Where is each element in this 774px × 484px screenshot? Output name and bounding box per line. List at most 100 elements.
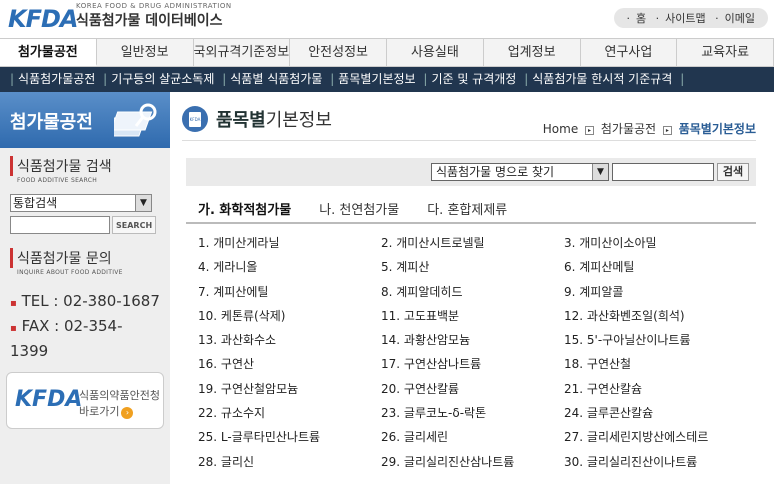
additive-list: 1. 개미산게라닐 2. 개미산시트로넬릴 3. 개미산이소아밀 4. 게라니올…: [198, 234, 758, 477]
contact-info: ▪ TEL : 02-380-1687 ▪ FAX : 02-354-1399: [0, 282, 170, 370]
search-field-value: 식품첨가물 명으로 찾기: [436, 165, 555, 179]
list-item[interactable]: 5. 계피산: [381, 258, 564, 282]
list-item[interactable]: 13. 과산화수소: [198, 331, 381, 355]
list-item[interactable]: 16. 구연산: [198, 355, 381, 379]
site-header: KFDA KOREA FOOD & DRUG ADMINISTRATION 식품…: [0, 0, 774, 38]
search-box-subtitle: FOOD ADDITIVE SEARCH: [17, 177, 98, 184]
document-icon: KFDA: [182, 106, 208, 132]
page-title-strong: 품목별: [216, 110, 266, 131]
nav-item-general-info[interactable]: 일반정보: [97, 39, 194, 66]
nav-item-foreign-standards[interactable]: 국외규격기준정보: [194, 39, 291, 66]
chevron-right-icon: ▸: [585, 126, 595, 135]
list-row: 13. 과산화수소 14. 과황산암모늄 15. 5'-구아닐산이나트륨: [198, 331, 758, 355]
email-link[interactable]: 이메일: [725, 12, 755, 25]
list-item[interactable]: 4. 게라니올: [198, 258, 381, 282]
util-dot-icon: ·: [655, 12, 660, 25]
list-item[interactable]: 12. 과산화벤조일(희석): [564, 307, 747, 331]
list-item[interactable]: 8. 계피알데히드: [381, 283, 564, 307]
search-field-select[interactable]: 식품첨가물 명으로 찾기 ▼: [431, 163, 609, 181]
list-item[interactable]: 28. 글리신: [198, 453, 381, 477]
list-item[interactable]: 9. 계피알콜: [564, 283, 747, 307]
home-link[interactable]: 홈: [636, 12, 646, 25]
kfda-banner-line1: 식품의약품안전청: [79, 389, 160, 402]
inquiry-box-subtitle: INQUIRE ABOUT FOOD ADDITIVE: [17, 269, 123, 276]
logo-mark: KFDA: [8, 5, 78, 33]
logo-title: 식품첨가물 데이터베이스: [76, 13, 223, 29]
list-item[interactable]: 23. 글루코노-δ-락톤: [381, 404, 564, 428]
nav-item-research[interactable]: 연구사업: [581, 39, 678, 66]
list-row: 1. 개미산게라닐 2. 개미산시트로넬릴 3. 개미산이소아밀: [198, 234, 758, 258]
main-nav: 첨가물공전 일반정보 국외규격기준정보 안전성정보 사용실태 업계정보 연구사업…: [0, 38, 774, 67]
kfda-shortcut-banner[interactable]: KFDA 식품의약품안전청 바로가기 ›: [6, 372, 164, 429]
bullet-icon: ▪: [10, 298, 17, 309]
nav-item-education[interactable]: 교육자료: [677, 39, 774, 66]
list-item[interactable]: 24. 글루콘산칼슘: [564, 404, 747, 428]
content-search-button[interactable]: 검색: [717, 163, 749, 181]
subnav-item[interactable]: 품목별기본정보: [338, 72, 415, 86]
nav-item-safety-info[interactable]: 안전성정보: [290, 39, 387, 66]
tel-number: TEL : 02-380-1687: [21, 292, 160, 310]
nav-item-additive-codex[interactable]: 첨가물공전: [0, 39, 97, 66]
chevron-right-icon: ▸: [662, 126, 672, 135]
sidebar-search-input[interactable]: [10, 216, 110, 234]
book-magnifier-icon: [114, 103, 157, 137]
list-item[interactable]: 10. 케톤류(삭제): [198, 307, 381, 331]
list-item[interactable]: 18. 구연산철: [564, 355, 747, 379]
list-item[interactable]: 1. 개미산게라닐: [198, 234, 381, 258]
list-item[interactable]: 22. 규소수지: [198, 404, 381, 428]
tab-natural-additives[interactable]: 나. 천연첨가물: [319, 199, 399, 218]
tab-mixed-preparations[interactable]: 다. 혼합제제류: [427, 199, 507, 218]
sub-nav: | 식품첨가물공전 | 기구등의 살균소독제 | 식품별 식품첨가물 | 품목별기본정보…: [0, 67, 774, 92]
breadcrumb-home[interactable]: Home: [543, 122, 578, 136]
chevron-down-icon[interactable]: ▼: [592, 164, 608, 180]
list-row: 19. 구연산철암모늄 20. 구연산칼륨 21. 구연산칼슘: [198, 380, 758, 404]
list-item[interactable]: 17. 구연산삼나트륨: [381, 355, 564, 379]
list-item[interactable]: 19. 구연산철암모늄: [198, 380, 381, 404]
breadcrumb-current: 품목별기본정보: [678, 122, 756, 136]
list-item[interactable]: 30. 글리실리진산이나트륨: [564, 453, 747, 477]
kfda-logo: KFDA: [15, 387, 83, 412]
content-search-input[interactable]: [612, 163, 714, 181]
site-logo[interactable]: KFDA: [8, 4, 78, 34]
sidebar-banner-title: 첨가물공전: [10, 112, 93, 133]
tab-chemical-additives[interactable]: 가. 화학적첨가물: [198, 199, 291, 218]
sidebar-banner: 첨가물공전: [0, 92, 170, 148]
list-item[interactable]: 15. 5'-구아닐산이나트륨: [564, 331, 747, 355]
chevron-down-icon[interactable]: ▼: [135, 195, 151, 211]
breadcrumb-section[interactable]: 첨가물공전: [601, 122, 656, 136]
subnav-item[interactable]: 식품첨가물공전: [18, 72, 95, 86]
subnav-item[interactable]: 식품첨가물 한시적 기준규격: [532, 72, 672, 86]
list-item[interactable]: 20. 구연산칼륨: [381, 380, 564, 404]
nav-item-industry-info[interactable]: 업계정보: [484, 39, 581, 66]
additive-inquiry-box: 식품첨가물 문의 INQUIRE ABOUT FOOD ADDITIVE: [0, 240, 170, 282]
list-row: 28. 글리신 29. 글리실리진산삼나트륨 30. 글리실리진산이나트륨: [198, 453, 758, 477]
list-item[interactable]: 3. 개미산이소아밀: [564, 234, 747, 258]
page-title: KFDA 품목별 기본정보: [182, 104, 332, 134]
list-item[interactable]: 29. 글리실리진산삼나트륨: [381, 453, 564, 477]
fax-number: FAX : 02-354-1399: [10, 317, 123, 360]
list-item[interactable]: 11. 고도표백분: [381, 307, 564, 331]
search-box-title: 식품첨가물 검색: [10, 156, 160, 176]
search-type-select[interactable]: 통합검색 ▼: [10, 194, 152, 212]
sitemap-link[interactable]: 사이트맵: [665, 12, 705, 25]
kfda-banner-line2: 바로가기: [79, 405, 120, 418]
subnav-item[interactable]: 식품별 식품첨가물: [230, 72, 322, 86]
subnav-item[interactable]: 기준 및 규격개정: [431, 72, 516, 86]
list-item[interactable]: 2. 개미산시트로넬릴: [381, 234, 564, 258]
page-title-rest: 기본정보: [265, 110, 332, 131]
list-row: 25. L-글루타민산나트륨 26. 글리세린 27. 글리세린지방산에스테르: [198, 428, 758, 452]
utility-links: · 홈 · 사이트맵 · 이메일: [613, 8, 768, 28]
sidebar-search-button[interactable]: SEARCH: [112, 216, 157, 234]
list-item[interactable]: 25. L-글루타민산나트륨: [198, 428, 381, 452]
nav-item-usage[interactable]: 사용실태: [387, 39, 484, 66]
list-item[interactable]: 21. 구연산칼슘: [564, 380, 747, 404]
list-item[interactable]: 26. 글리세린: [381, 428, 564, 452]
list-item[interactable]: 27. 글리세린지방산에스테르: [564, 428, 747, 452]
additive-search-box: 식품첨가물 검색 FOOD ADDITIVE SEARCH 통합검색 ▼ SEA…: [0, 148, 170, 240]
breadcrumb: Home ▸ 첨가물공전 ▸ 품목별기본정보: [543, 120, 756, 137]
search-type-value: 통합검색: [13, 196, 58, 210]
list-item[interactable]: 14. 과황산암모늄: [381, 331, 564, 355]
subnav-item[interactable]: 기구등의 살균소독제: [111, 72, 214, 86]
list-item[interactable]: 7. 계피산에틸: [198, 283, 381, 307]
list-item[interactable]: 6. 계피산메틸: [564, 258, 747, 282]
